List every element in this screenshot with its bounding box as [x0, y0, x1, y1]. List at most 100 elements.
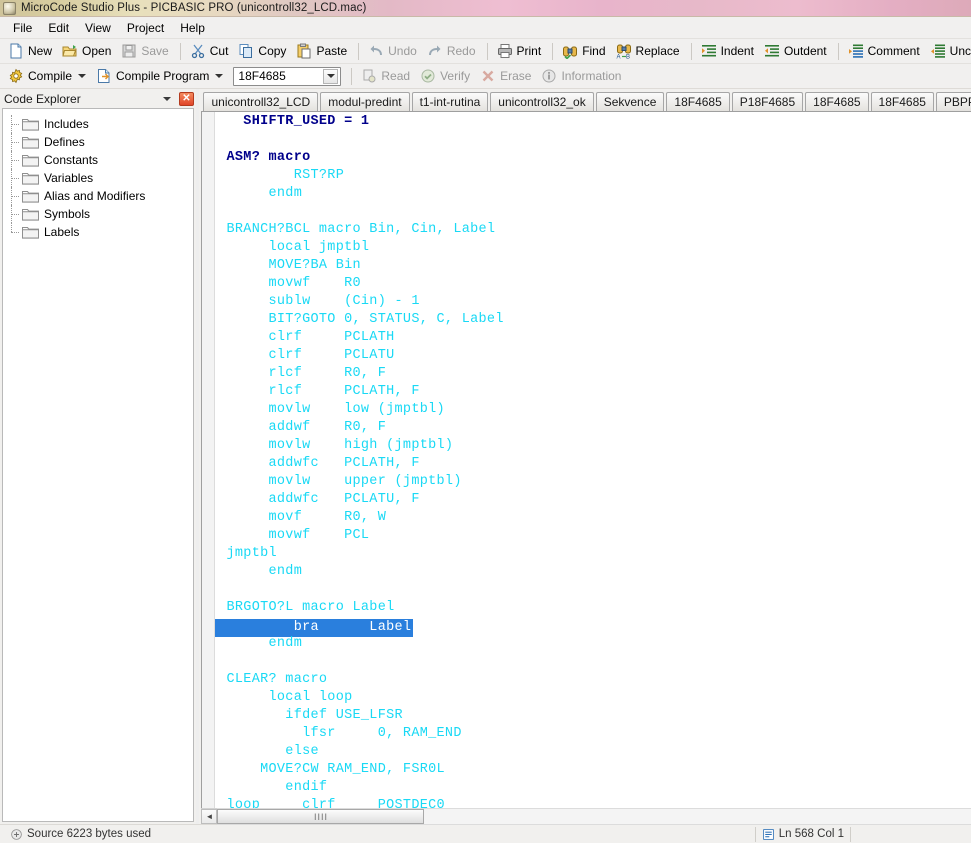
redo-button[interactable]: Redo	[423, 40, 482, 63]
code-explorer-tree[interactable]: Includes Defines Constants	[2, 108, 194, 822]
title-bar: MicroCode Studio Plus - PICBASIC PRO (un…	[0, 0, 971, 17]
dropdown-arrow-icon	[327, 74, 335, 78]
tree-connector	[9, 187, 22, 205]
menu-edit[interactable]: Edit	[40, 19, 77, 37]
copy-icon	[238, 43, 254, 59]
tree-node-constants[interactable]: Constants	[3, 151, 193, 169]
toolbar-separator	[358, 43, 359, 60]
compile-gear-icon	[8, 68, 24, 84]
new-button[interactable]: New	[4, 40, 58, 63]
editor-horizontal-scrollbar[interactable]: ◄ IIII	[201, 808, 971, 824]
tab-t1-int-rutina[interactable]: t1-int-rutina	[412, 92, 489, 111]
tab-unicontroll32-ok[interactable]: unicontroll32_ok	[490, 92, 593, 111]
compile-program-button-label: Compile Program	[116, 69, 209, 83]
uncomment-button[interactable]: Uncomment	[926, 40, 971, 63]
tree-node-symbols[interactable]: Symbols	[3, 205, 193, 223]
device-select-arrow[interactable]	[323, 69, 338, 84]
indent-button[interactable]: Indent	[697, 40, 760, 63]
find-binoculars-icon	[562, 43, 578, 59]
outdent-button[interactable]: Outdent	[760, 40, 833, 63]
chevron-down-icon[interactable]	[78, 74, 86, 78]
tree-node-labels[interactable]: Labels	[3, 223, 193, 241]
code-line: ASM? macro	[215, 149, 971, 167]
uncomment-icon	[930, 43, 946, 59]
source-icon	[10, 828, 23, 841]
code-line: addwf R0, F	[215, 419, 971, 437]
caret-position-icon	[762, 828, 775, 841]
folder-icon	[22, 171, 39, 185]
tree-node-variables[interactable]: Variables	[3, 169, 193, 187]
save-button[interactable]: Save	[117, 40, 174, 63]
redo-arrow-icon	[427, 43, 443, 59]
compile-button[interactable]: Compile	[4, 65, 92, 88]
erase-button[interactable]: Erase	[476, 65, 537, 88]
find-button[interactable]: Find	[558, 40, 611, 63]
find-button-label: Find	[582, 44, 605, 58]
tree-connector	[9, 205, 22, 223]
code-line: SHIFTR_USED = 1	[215, 113, 971, 131]
code-line: local jmptbl	[215, 239, 971, 257]
paste-button[interactable]: Paste	[292, 40, 353, 63]
open-button[interactable]: Open	[58, 40, 117, 63]
tab-pbppic18[interactable]: PBPPIC18	[936, 92, 971, 111]
scrollbar-track[interactable]: IIII	[217, 808, 971, 825]
tab-unicontroll32-lcd[interactable]: unicontroll32_LCD	[203, 92, 318, 111]
tree-node-includes[interactable]: Includes	[3, 115, 193, 133]
chevron-down-icon[interactable]	[163, 97, 171, 101]
clipboard-paste-icon	[296, 43, 312, 59]
application-window: MicroCode Studio Plus - PICBASIC PRO (un…	[0, 0, 971, 843]
code-line: BRANCH?BCL macro Bin, Cin, Label	[215, 221, 971, 239]
tab-sekvence[interactable]: Sekvence	[596, 92, 665, 111]
scroll-left-button[interactable]: ◄	[201, 809, 217, 824]
tree-connector	[9, 223, 22, 241]
replace-button[interactable]: A B Replace	[612, 40, 686, 63]
code-line: movwf R0	[215, 275, 971, 293]
compile-program-button[interactable]: Compile Program	[92, 65, 229, 88]
tab-18f4685-3[interactable]: 18F4685	[871, 92, 934, 111]
print-button[interactable]: Print	[493, 40, 548, 63]
compile-toolbar: Compile Compile Program 18F4685	[0, 63, 971, 88]
close-icon[interactable]: ✕	[179, 92, 194, 106]
code-line: rlcf R0, F	[215, 365, 971, 383]
code-line: movlw high (jmptbl)	[215, 437, 971, 455]
menu-project[interactable]: Project	[119, 19, 172, 37]
code-text-area[interactable]: SHIFTR_USED = 1 ASM? macro RST?RP endm B…	[215, 112, 971, 808]
toolbar-separator	[487, 43, 488, 60]
undo-button[interactable]: Undo	[364, 40, 423, 63]
menu-help[interactable]: Help	[172, 19, 213, 37]
information-button[interactable]: Information	[537, 65, 627, 88]
save-button-label: Save	[141, 44, 168, 58]
device-select[interactable]: 18F4685	[233, 67, 341, 86]
verify-check-icon	[420, 68, 436, 84]
tab-18f4685-1[interactable]: 18F4685	[666, 92, 729, 111]
chevron-down-icon[interactable]	[215, 74, 223, 78]
tree-node-defines[interactable]: Defines	[3, 133, 193, 151]
window-title: MicroCode Studio Plus - PICBASIC PRO (un…	[21, 2, 366, 14]
tab-p18f4685[interactable]: P18F4685	[732, 92, 803, 111]
toolbar-separator	[180, 43, 181, 60]
code-editor[interactable]: SHIFTR_USED = 1 ASM? macro RST?RP endm B…	[201, 111, 971, 808]
tab-18f4685-2[interactable]: 18F4685	[805, 92, 868, 111]
code-line: movlw upper (jmptbl)	[215, 473, 971, 491]
code-line: endif	[215, 779, 971, 797]
read-button[interactable]: Read	[357, 65, 416, 88]
editor-area: unicontroll32_LCD modul-predint t1-int-r…	[199, 89, 971, 824]
copy-button[interactable]: Copy	[234, 40, 292, 63]
cut-button[interactable]: Cut	[186, 40, 235, 63]
main-body: Code Explorer ✕ Includes	[0, 88, 971, 824]
menu-file[interactable]: File	[5, 19, 40, 37]
code-line: endm	[215, 635, 971, 653]
undo-arrow-icon	[368, 43, 384, 59]
information-icon	[541, 68, 557, 84]
tree-node-alias-and-modifiers[interactable]: Alias and Modifiers	[3, 187, 193, 205]
code-line: lfsr 0, RAM_END	[215, 725, 971, 743]
menu-view[interactable]: View	[77, 19, 119, 37]
code-line: movwf PCL	[215, 527, 971, 545]
main-toolbar: New Open Save Cut	[0, 38, 971, 63]
tab-modul-predint[interactable]: modul-predint	[320, 92, 409, 111]
information-button-label: Information	[561, 69, 621, 83]
scrollbar-thumb[interactable]: IIII	[217, 809, 424, 824]
comment-button[interactable]: Comment	[844, 40, 926, 63]
verify-button[interactable]: Verify	[416, 65, 476, 88]
folder-icon	[22, 153, 39, 167]
